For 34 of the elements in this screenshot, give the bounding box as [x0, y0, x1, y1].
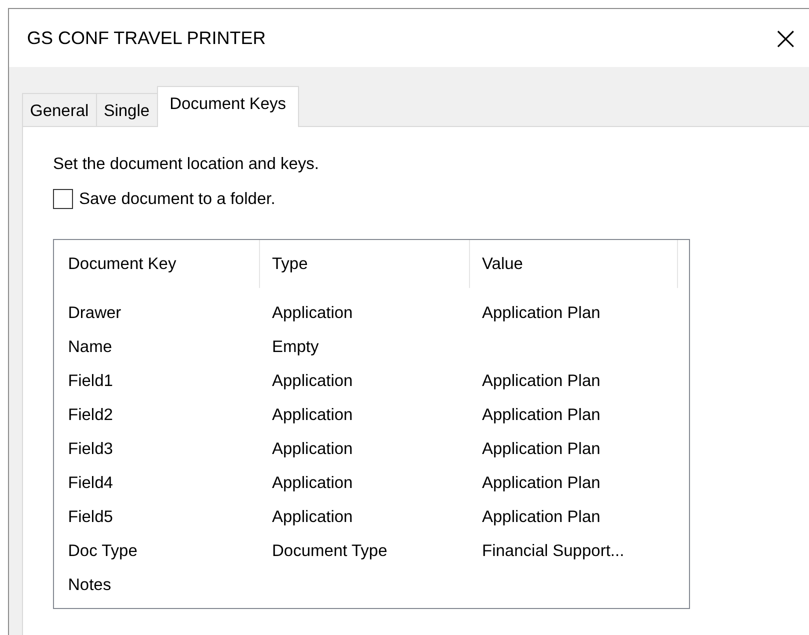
table-cell: Empty [272, 338, 319, 356]
instruction-text: Set the document location and keys. [53, 155, 320, 174]
column-header[interactable]: Value [470, 240, 678, 288]
column-header[interactable]: Type [260, 240, 470, 288]
table-cell: Field4 [68, 474, 113, 492]
table-cell: Drawer [68, 304, 122, 322]
window-title: GS CONF TRAVEL PRINTER [27, 28, 266, 48]
table-cell: Field2 [68, 406, 113, 424]
table-cell: Application [272, 304, 353, 322]
table-cell: Field5 [68, 508, 113, 526]
column-header[interactable]: Document Key [68, 240, 260, 288]
table-cell: Document Type [272, 542, 388, 560]
close-button[interactable]: × [762, 22, 809, 54]
checkbox-label[interactable]: Save document to a folder. [79, 190, 276, 208]
table-cell: Application Plan [482, 474, 600, 492]
table-cell: Application Plan [482, 440, 600, 458]
checkbox[interactable] [53, 189, 73, 209]
table-cell: Field3 [68, 440, 113, 458]
table-cell: Field1 [68, 372, 113, 390]
table-cell: Application [272, 474, 353, 492]
table-cell: Notes [68, 576, 112, 594]
table-cell: Application [272, 508, 353, 526]
table-cell: Doc Type [68, 542, 138, 560]
tab[interactable]: General [22, 93, 97, 126]
table-cell: Application [272, 372, 353, 390]
table-cell: Application Plan [482, 304, 600, 322]
table-cell: Application Plan [482, 406, 600, 424]
table-cell: Application [272, 406, 353, 424]
tab[interactable]: Document Keys [156, 86, 300, 127]
table-cell: Application Plan [482, 508, 600, 526]
table-cell: Name [68, 338, 112, 356]
table-cell: Application [272, 440, 353, 458]
table-cell: Financial Support... [482, 542, 624, 560]
table-cell: Application Plan [482, 372, 600, 390]
